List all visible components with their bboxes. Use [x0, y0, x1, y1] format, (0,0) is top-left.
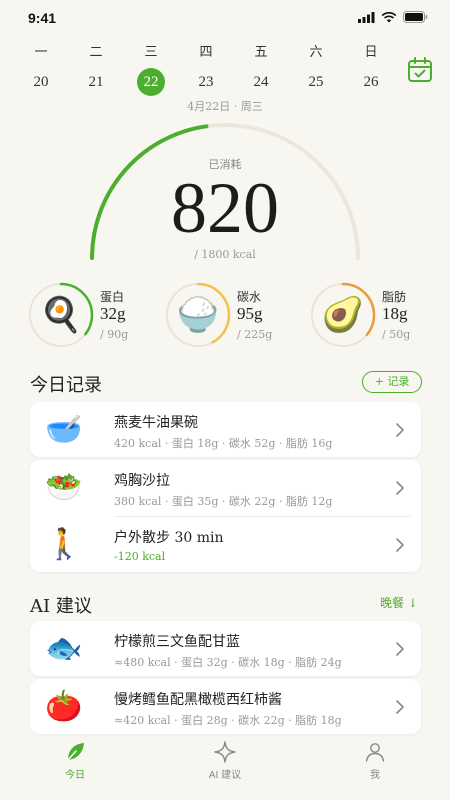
- tab-today[interactable]: 今日: [35, 740, 115, 781]
- leaf-icon: [67, 743, 84, 761]
- day-wed-selected[interactable]: 三 22: [131, 42, 171, 96]
- macro-goal: / 50g: [382, 328, 411, 341]
- tab-bar: 今日 AI 建议 我: [0, 732, 450, 800]
- record-card-breakfast: 🥣 燕麦牛油果碗 420 kcal · 蛋白 18g · 碳水 52g · 脂肪…: [30, 402, 421, 457]
- macro-name: 蛋白: [100, 290, 125, 304]
- item-title: 慢烤鳕鱼配黑橄榄西红柿酱: [114, 692, 282, 708]
- macro-carbs[interactable]: 🍚 碳水 95g / 225g: [165, 282, 285, 352]
- macro-goal: / 225g: [237, 328, 273, 341]
- add-record-button[interactable]: + 记录: [362, 371, 422, 393]
- day-fri[interactable]: 五 24: [241, 42, 281, 96]
- weekday-label: 五: [254, 45, 268, 60]
- item-subtitle: -120 kcal: [114, 550, 166, 563]
- chevron-right-icon: [396, 642, 404, 656]
- person-icon: [365, 743, 385, 762]
- salad-icon: 🥗: [45, 470, 83, 505]
- calendar-icon[interactable]: [406, 56, 434, 84]
- macro-value: 32g: [100, 304, 126, 323]
- day-sun[interactable]: 日 26: [351, 42, 391, 96]
- today-section-title: 今日记录: [30, 375, 102, 396]
- day-thu[interactable]: 四 23: [186, 42, 226, 96]
- walking-icon: 🚶: [45, 527, 83, 562]
- rice-icon: 🍚: [176, 295, 220, 335]
- item-title: 燕麦牛油果碗: [114, 415, 198, 431]
- status-icons: [358, 11, 428, 23]
- tab-label: AI 建议: [208, 770, 242, 781]
- chevron-right-icon: [396, 481, 404, 495]
- avocado-icon: 🥑: [321, 295, 365, 335]
- item-subtitle: 420 kcal · 蛋白 18g · 碳水 52g · 脂肪 16g: [114, 437, 333, 450]
- list-item[interactable]: 🥗 鸡胸沙拉 380 kcal · 蛋白 35g · 碳水 22g · 脂肪 1…: [30, 460, 421, 517]
- chevron-right-icon: [396, 423, 404, 437]
- calorie-value: 820: [171, 168, 279, 248]
- chevron-right-icon: [396, 538, 404, 552]
- tab-label: 我: [370, 770, 380, 781]
- date-number: 26: [363, 74, 379, 90]
- week-strip: 一 20 二 21 三 22 四 23 五 24 六 25 日 26: [14, 42, 384, 98]
- ai-section-title: AI 建议: [30, 596, 92, 617]
- status-bar: 9:41: [0, 0, 450, 36]
- weekday-label: 三: [144, 45, 158, 60]
- suggestion-card-1: 🐟 柠檬煎三文鱼配甘蓝 ≈480 kcal · 蛋白 32g · 碳水 18g …: [30, 621, 421, 676]
- macro-value: 18g: [382, 304, 408, 323]
- macro-value: 95g: [237, 304, 263, 323]
- status-time: 9:41: [28, 10, 57, 26]
- date-number: 25: [308, 74, 324, 90]
- item-title: 鸡胸沙拉: [114, 473, 170, 489]
- wifi-icon: [381, 11, 397, 22]
- macro-fat[interactable]: 🥑 脂肪 18g / 50g: [310, 282, 430, 352]
- date-number: 21: [88, 74, 104, 90]
- item-subtitle: ≈420 kcal · 蛋白 28g · 碳水 22g · 脂肪 18g: [114, 714, 342, 727]
- weekday-label: 六: [309, 45, 323, 60]
- record-card-group: 🥗 鸡胸沙拉 380 kcal · 蛋白 35g · 碳水 22g · 脂肪 1…: [30, 460, 421, 572]
- meal-selector[interactable]: 晚餐 ↓: [380, 594, 418, 611]
- day-sat[interactable]: 六 25: [296, 42, 336, 96]
- weekday-label: 一: [34, 45, 48, 60]
- item-subtitle: ≈480 kcal · 蛋白 32g · 碳水 18g · 脂肪 24g: [114, 656, 342, 669]
- tomato-icon: 🍅: [45, 689, 83, 724]
- calorie-goal: / 1800 kcal: [194, 248, 256, 261]
- tab-ai[interactable]: AI 建议: [185, 740, 265, 781]
- item-subtitle: 380 kcal · 蛋白 35g · 碳水 22g · 脂肪 12g: [114, 495, 333, 508]
- item-title: 柠檬煎三文鱼配甘蓝: [114, 634, 240, 650]
- day-mon[interactable]: 一 20: [21, 42, 61, 96]
- weekday-label: 四: [199, 45, 213, 60]
- date-number: 23: [198, 74, 214, 90]
- date-number: 22: [137, 68, 165, 96]
- suggestion-card-2: 🍅 慢烤鳕鱼配黑橄榄西红柿酱 ≈420 kcal · 蛋白 28g · 碳水 2…: [30, 679, 421, 734]
- tab-me[interactable]: 我: [335, 740, 415, 781]
- macro-name: 碳水: [237, 290, 262, 304]
- weekday-label: 日: [364, 45, 378, 60]
- macro-goal: / 90g: [100, 328, 129, 341]
- fish-icon: 🐟: [45, 631, 83, 666]
- sparkle-icon: [214, 741, 236, 763]
- signal-icon: [358, 11, 375, 23]
- macro-name: 脂肪: [382, 290, 407, 304]
- chevron-right-icon: [396, 700, 404, 714]
- date-number: 20: [33, 74, 49, 90]
- list-item[interactable]: 🐟 柠檬煎三文鱼配甘蓝 ≈480 kcal · 蛋白 32g · 碳水 18g …: [30, 621, 421, 678]
- date-number: 24: [253, 74, 269, 90]
- list-item[interactable]: 🍅 慢烤鳕鱼配黑橄榄西红柿酱 ≈420 kcal · 蛋白 28g · 碳水 2…: [30, 679, 421, 736]
- tab-label: 今日: [65, 770, 85, 781]
- list-item[interactable]: 🥣 燕麦牛油果碗 420 kcal · 蛋白 18g · 碳水 52g · 脂肪…: [30, 402, 421, 459]
- battery-icon: [403, 11, 428, 23]
- list-item[interactable]: 🚶 户外散步 30 min -120 kcal: [30, 517, 421, 574]
- macro-protein[interactable]: 🍳 蛋白 32g / 90g: [28, 282, 148, 352]
- weekday-label: 二: [89, 45, 103, 60]
- bowl-icon: 🥣: [45, 412, 83, 447]
- day-tue[interactable]: 二 21: [76, 42, 116, 96]
- egg-icon: 🍳: [39, 295, 83, 335]
- item-title: 户外散步 30 min: [114, 530, 224, 546]
